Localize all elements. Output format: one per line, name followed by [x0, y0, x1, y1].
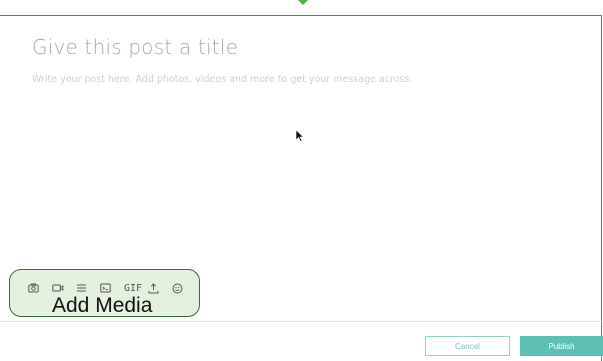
footer-divider: [0, 321, 602, 322]
gif-label: GIF: [124, 282, 143, 294]
post-title-input[interactable]: Give this post a title: [32, 35, 572, 59]
top-indicator: [298, 0, 308, 5]
add-media-label: Add Media: [52, 294, 153, 317]
publish-button[interactable]: Publish: [520, 336, 603, 356]
camera-icon[interactable]: [28, 280, 52, 296]
cancel-button[interactable]: Cancel: [425, 336, 510, 356]
mouse-pointer-icon: [296, 130, 304, 142]
emoji-icon[interactable]: [172, 280, 196, 296]
post-body-input[interactable]: Write your post here. Add photos, videos…: [32, 72, 432, 88]
add-media-toolbar: GIF Add Media: [9, 269, 200, 317]
